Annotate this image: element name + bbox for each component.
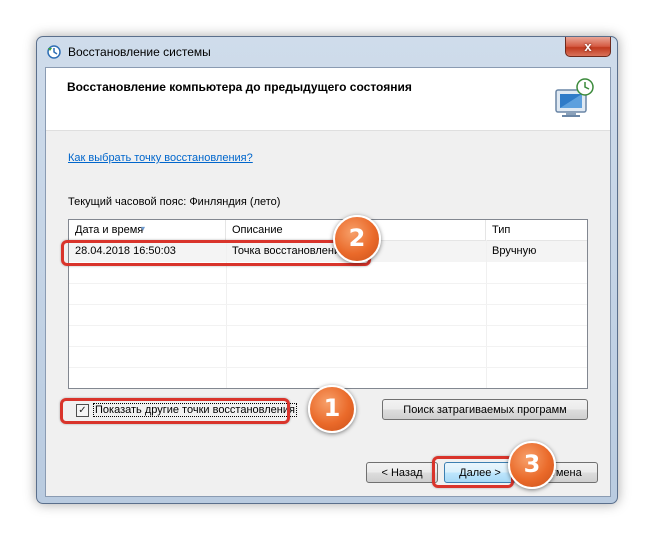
find-affected-programs-button[interactable]: Поиск затрагиваемых программ: [382, 399, 588, 420]
system-restore-computer-icon: [555, 78, 594, 117]
system-restore-app-icon: [47, 45, 61, 59]
step-badge-3: 3: [508, 441, 556, 489]
close-button[interactable]: x: [565, 37, 611, 57]
row-divider: [69, 304, 587, 305]
row-type: Вручную: [492, 245, 537, 257]
row-divider: [69, 346, 587, 347]
close-icon: x: [584, 39, 592, 54]
column-header-type[interactable]: Тип: [486, 220, 587, 240]
highlight-show-more-checkbox: [60, 398, 290, 424]
row-divider: [69, 367, 587, 368]
table-header: ▾ Дата и время Описание Тип: [69, 220, 587, 241]
column-header-date[interactable]: ▾ Дата и время: [69, 220, 226, 240]
row-divider: [69, 325, 587, 326]
wizard-header: Восстановление компьютера до предыдущего…: [46, 68, 610, 131]
sort-arrow-icon: ▾: [141, 224, 146, 233]
step-badge-2: 2: [333, 215, 381, 263]
column-divider: [486, 240, 487, 388]
help-link[interactable]: Как выбрать точку восстановления?: [68, 152, 253, 164]
row-divider: [69, 283, 587, 284]
highlight-next-button: [432, 456, 514, 488]
step-badge-1: 1: [308, 385, 356, 433]
system-restore-window: Восстановление системы x Восстановление …: [36, 36, 618, 504]
window-title: Восстановление системы: [68, 45, 211, 59]
highlight-restore-point-row: [61, 240, 371, 266]
title-bar[interactable]: Восстановление системы x: [37, 37, 617, 67]
timezone-label: Текущий часовой пояс: Финляндия (лето): [68, 196, 281, 208]
back-button[interactable]: < Назад: [366, 462, 438, 483]
page-title: Восстановление компьютера до предыдущего…: [67, 80, 412, 94]
